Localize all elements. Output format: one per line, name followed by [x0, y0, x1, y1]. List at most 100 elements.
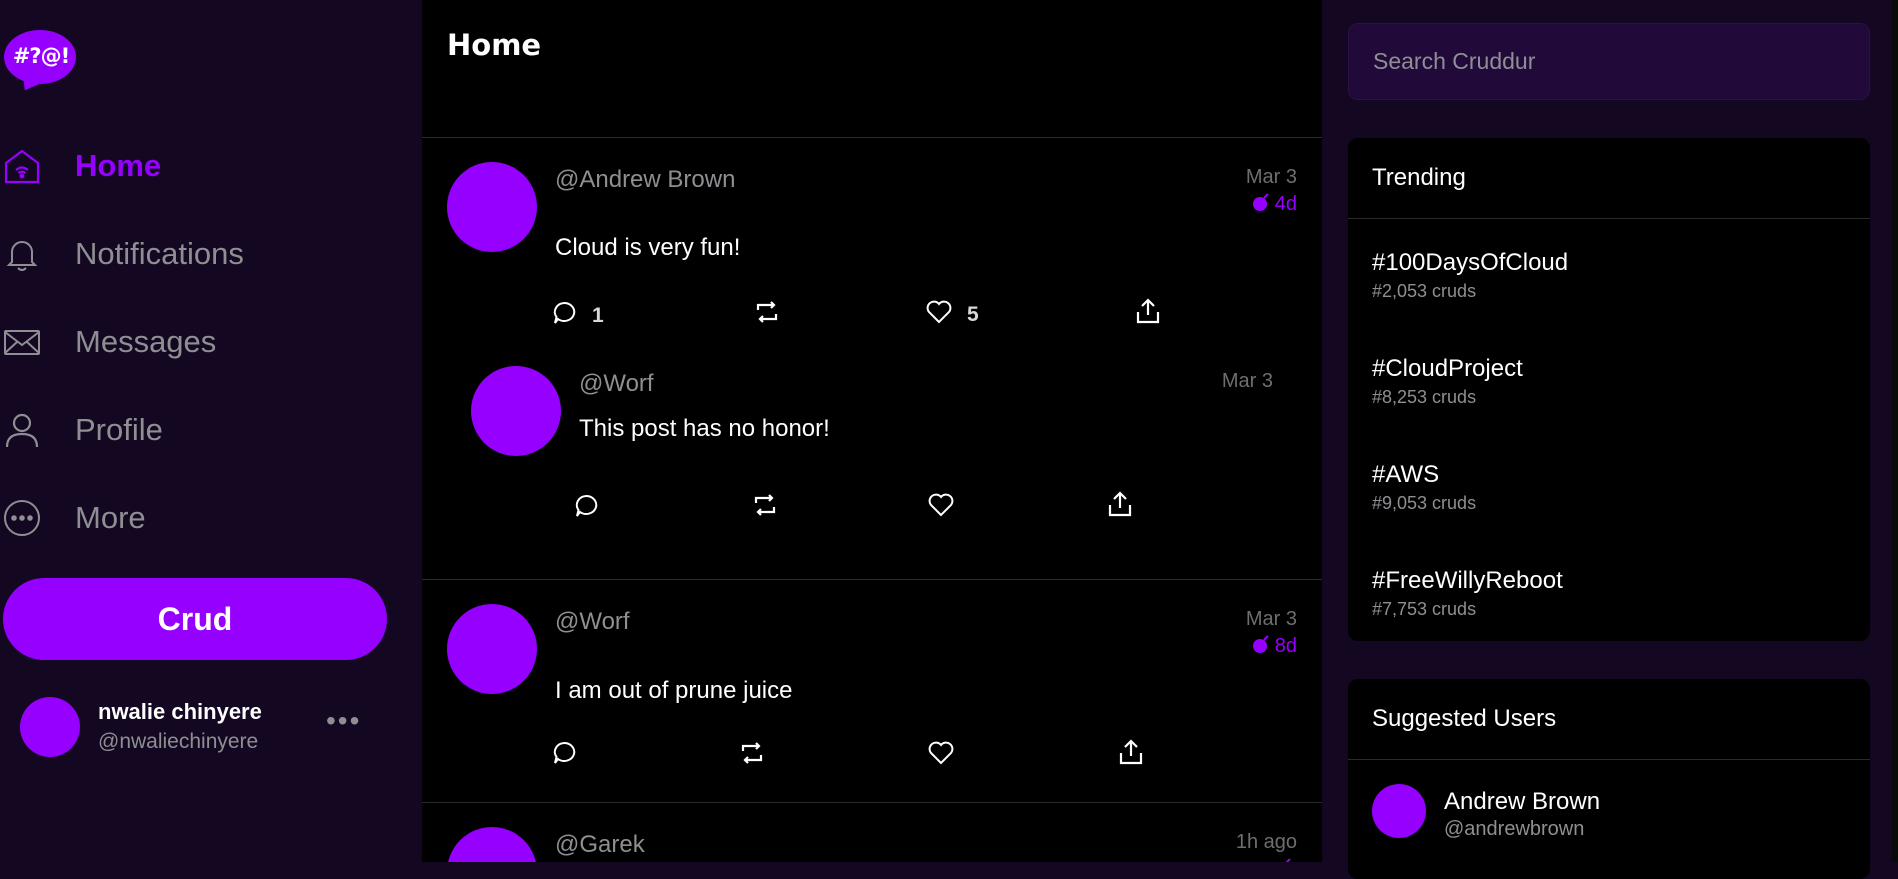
bomb-icon — [1252, 635, 1269, 653]
speech-bubble-icon — [553, 301, 576, 324]
nav-label-home: Home — [75, 148, 162, 183]
post-text: Cloud is very fun! — [555, 234, 741, 261]
suggested-users-header: Suggested Users — [1348, 679, 1870, 760]
user-icon — [5, 413, 39, 448]
trending-tag: #AWS — [1372, 461, 1440, 488]
avatar[interactable] — [471, 366, 561, 456]
current-user-handle: @nwaliechinyere — [98, 730, 259, 753]
bomb-icon — [1252, 193, 1269, 211]
right-column: Trending #100DaysOfCloud #2,053 cruds #C… — [1322, 0, 1898, 879]
nav-label-messages: Messages — [75, 324, 217, 359]
trending-count: #8,253 cruds — [1372, 387, 1477, 407]
speech-bubble-icon — [553, 741, 576, 764]
repost-button[interactable] — [751, 492, 779, 518]
current-user-card[interactable]: nwalie chinyere @nwaliechinyere ••• — [20, 695, 390, 759]
avatar[interactable] — [447, 604, 537, 694]
post-handle[interactable]: @Garek — [555, 831, 645, 859]
speech-bubble-icon — [575, 494, 598, 517]
trending-count: #7,753 cruds — [1372, 599, 1477, 619]
trending-tag: #FreeWillyReboot — [1372, 567, 1563, 594]
like-count: 5 — [967, 303, 979, 326]
post[interactable]: @Worf Mar 3 8d I am out of prune juice — [422, 580, 1322, 803]
heart-icon — [928, 493, 954, 517]
share-button[interactable] — [1134, 297, 1162, 325]
nav-item-messages[interactable]: Messages — [0, 298, 422, 386]
post-handle[interactable]: @Worf — [555, 608, 630, 636]
cruddur-logo[interactable]: #?@! — [4, 30, 76, 97]
repost-button[interactable] — [738, 740, 766, 766]
nav-label-more: More — [75, 500, 146, 535]
reply-count: 1 — [592, 304, 604, 327]
post-date: 1h ago — [1235, 831, 1297, 853]
suggested-user-handle: @andrewbrown — [1444, 818, 1585, 840]
suggested-user[interactable]: Andrew Brown @andrewbrown — [1348, 760, 1870, 870]
share-icon — [1119, 739, 1143, 765]
reply-date: Mar 3 — [1221, 370, 1273, 392]
scrollbar[interactable] — [1892, 0, 1898, 862]
share-button[interactable] — [1106, 490, 1134, 518]
repost-icon — [754, 494, 776, 516]
main-nav: Home Notifications Messages Profile More — [0, 122, 422, 562]
bell-icon — [6, 241, 38, 271]
like-button[interactable] — [927, 740, 955, 766]
trending-title: Trending — [1372, 164, 1466, 191]
nav-label-notifications: Notifications — [75, 236, 244, 271]
like-button[interactable]: 5 — [925, 297, 979, 327]
more-circle-icon — [4, 500, 40, 536]
trending-panel: Trending #100DaysOfCloud #2,053 cruds #C… — [1348, 138, 1870, 641]
current-user-name: nwalie chinyere — [98, 699, 262, 724]
share-button[interactable] — [1117, 738, 1145, 766]
crud-button[interactable]: Crud — [3, 578, 387, 660]
avatar — [20, 697, 80, 757]
post-date: Mar 3 — [1245, 608, 1297, 630]
home-icon — [4, 149, 40, 184]
search-input[interactable] — [1348, 23, 1870, 100]
suggested-users-panel: Suggested Users Andrew Brown @andrewbrow… — [1348, 679, 1870, 879]
trending-item[interactable]: #CloudProject #8,253 cruds — [1348, 325, 1870, 431]
suggested-user-name: Andrew Brown — [1444, 788, 1601, 815]
trending-tag: #100DaysOfCloud — [1372, 249, 1569, 276]
nav-item-more[interactable]: More — [0, 474, 422, 562]
post-expiry-text: 4d — [1274, 193, 1297, 215]
reply-text: This post has no honor! — [579, 415, 830, 442]
nav-label-profile: Profile — [75, 412, 163, 447]
trending-item[interactable]: #100DaysOfCloud #2,053 cruds — [1348, 219, 1870, 325]
post[interactable]: @Garek 1h ago — [422, 803, 1322, 862]
repost-icon — [756, 301, 778, 323]
heart-icon — [928, 741, 954, 765]
trending-tag: #CloudProject — [1372, 355, 1523, 382]
trending-item[interactable]: #FreeWillyReboot #7,753 cruds — [1348, 537, 1870, 641]
nav-item-profile[interactable]: Profile — [0, 386, 422, 474]
post-expiry-text: 8d — [1274, 635, 1297, 657]
logo-text: #?@! — [12, 44, 70, 68]
post-expiry: 8d — [1251, 634, 1297, 658]
trending-count: #9,053 cruds — [1372, 493, 1477, 513]
nav-item-notifications[interactable]: Notifications — [0, 210, 422, 298]
post-date: Mar 3 — [1245, 166, 1297, 188]
user-menu-button[interactable]: ••• — [326, 705, 361, 737]
post[interactable]: @Andrew Brown Mar 3 4d Cloud is very fun… — [422, 138, 1322, 580]
share-icon — [1108, 491, 1132, 517]
nav-item-home[interactable]: Home — [0, 122, 422, 210]
feed-header: Home — [422, 0, 1322, 138]
bomb-icon — [1285, 858, 1291, 862]
trending-item[interactable]: #AWS #9,053 cruds — [1348, 431, 1870, 537]
post-handle[interactable]: @Andrew Brown — [555, 166, 735, 194]
repost-button[interactable] — [753, 299, 781, 325]
trending-header: Trending — [1348, 138, 1870, 219]
reply-handle[interactable]: @Worf — [579, 370, 654, 398]
envelope-icon — [4, 330, 40, 355]
suggested-users-title: Suggested Users — [1372, 705, 1557, 732]
heart-icon — [926, 300, 952, 324]
like-button[interactable] — [927, 492, 955, 518]
reply-button[interactable]: 1 — [552, 298, 604, 328]
page-title: Home — [447, 28, 542, 62]
avatar[interactable] — [447, 827, 537, 862]
share-icon — [1136, 298, 1160, 324]
reply-button[interactable] — [552, 740, 578, 766]
left-sidebar: #?@! Home Notifications Messages Profile… — [0, 0, 422, 862]
trending-count: #2,053 cruds — [1372, 281, 1477, 301]
avatar[interactable] — [447, 162, 537, 252]
reply-button[interactable] — [574, 493, 600, 519]
post-expiry: 4d — [1251, 192, 1297, 216]
